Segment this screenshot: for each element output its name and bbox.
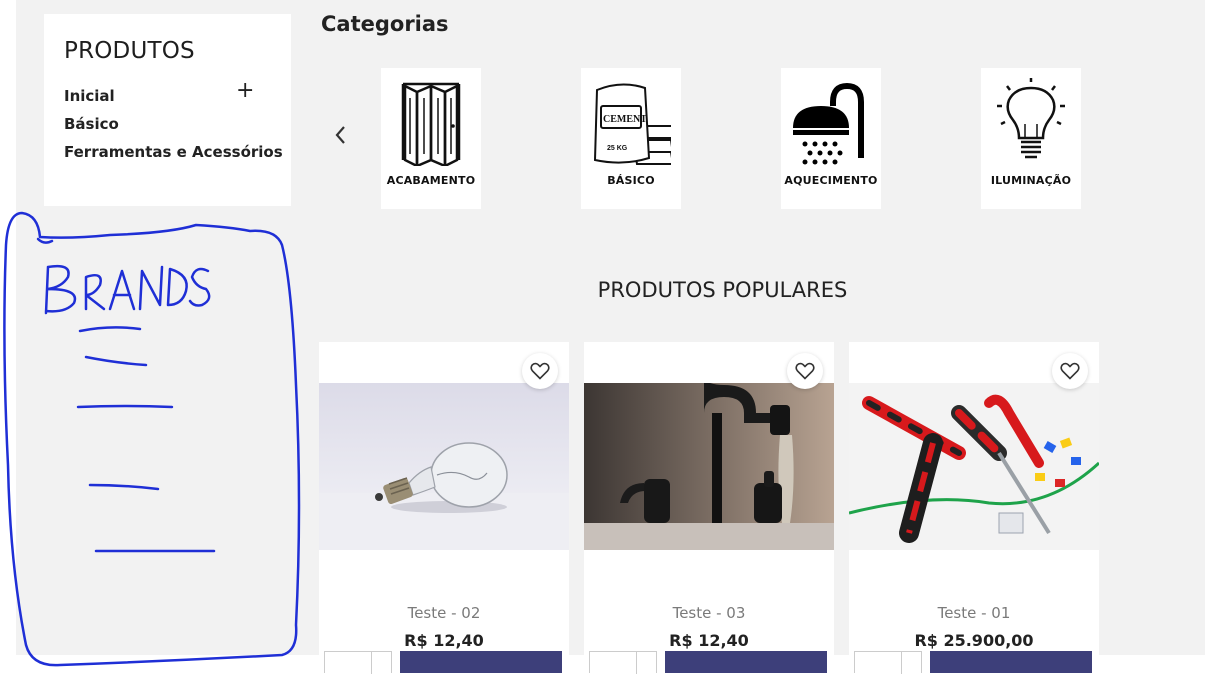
product-card[interactable]: Teste - 01 R$ 25.900,00 bbox=[849, 342, 1099, 674]
category-label: ACABAMENTO bbox=[386, 174, 476, 187]
category-card-aquecimento[interactable]: AQUECIMENTO bbox=[781, 68, 881, 209]
carousel-prev-button[interactable] bbox=[333, 124, 347, 152]
popular-products-title: PRODUTOS POPULARES bbox=[597, 278, 848, 302]
product-price: R$ 12,40 bbox=[669, 631, 749, 650]
category-card-acabamento[interactable]: ACABAMENTO bbox=[381, 68, 481, 209]
product-price: R$ 12,40 bbox=[404, 631, 484, 650]
add-to-cart-button[interactable] bbox=[400, 651, 562, 673]
product-card[interactable]: Teste - 03 R$ 12,40 bbox=[584, 342, 834, 674]
category-card-iluminacao[interactable]: ILUMINAÇÃO bbox=[981, 68, 1081, 209]
product-name[interactable]: Teste - 03 bbox=[584, 604, 834, 622]
product-name[interactable]: Teste - 01 bbox=[849, 604, 1099, 622]
expand-plus-icon[interactable]: + bbox=[236, 80, 254, 102]
category-label: BÁSICO bbox=[607, 174, 655, 187]
heart-icon bbox=[1060, 362, 1080, 380]
add-to-cart-button[interactable] bbox=[930, 651, 1092, 673]
categories-title: Categorias bbox=[321, 12, 449, 36]
shower-icon bbox=[793, 82, 864, 165]
category-label: AQUECIMENTO bbox=[784, 174, 878, 187]
sidebar-title: PRODUTOS bbox=[64, 38, 195, 64]
heart-icon bbox=[530, 362, 550, 380]
tools-photo[interactable] bbox=[849, 383, 1099, 550]
water-faucet-photo[interactable] bbox=[584, 383, 834, 550]
add-to-cart-button[interactable] bbox=[665, 651, 827, 673]
wishlist-button[interactable] bbox=[787, 353, 823, 389]
category-card-basico[interactable]: CEMENT 25 KG BÁSICO bbox=[581, 68, 681, 209]
quantity-stepper[interactable] bbox=[589, 651, 657, 674]
wishlist-button[interactable] bbox=[522, 353, 558, 389]
light-bulb-icon bbox=[997, 78, 1065, 159]
chevron-left-icon bbox=[335, 126, 345, 144]
product-price: R$ 25.900,00 bbox=[914, 631, 1034, 650]
wishlist-button[interactable] bbox=[1052, 353, 1088, 389]
category-label: ILUMINAÇÃO bbox=[990, 174, 1072, 187]
quantity-stepper[interactable] bbox=[324, 651, 392, 674]
product-name[interactable]: Teste - 02 bbox=[319, 604, 569, 622]
light-bulb-photo[interactable] bbox=[319, 383, 569, 550]
sidebar-item-ferramentas[interactable]: Ferramentas e Acessórios bbox=[64, 142, 283, 170]
products-sidebar: PRODUTOS Inicial Básico Ferramentas e Ac… bbox=[44, 14, 291, 206]
product-card[interactable]: Teste - 02 R$ 12,40 bbox=[319, 342, 569, 674]
cement-bag-text: CEMENT bbox=[603, 114, 647, 125]
sidebar-item-basico[interactable]: Básico bbox=[64, 114, 283, 142]
heart-icon bbox=[795, 362, 815, 380]
quantity-stepper[interactable] bbox=[854, 651, 922, 674]
folding-door-icon bbox=[401, 82, 461, 166]
cement-bag-weight-text: 25 KG bbox=[607, 145, 628, 152]
cement-bag-icon: CEMENT 25 KG bbox=[593, 83, 671, 165]
